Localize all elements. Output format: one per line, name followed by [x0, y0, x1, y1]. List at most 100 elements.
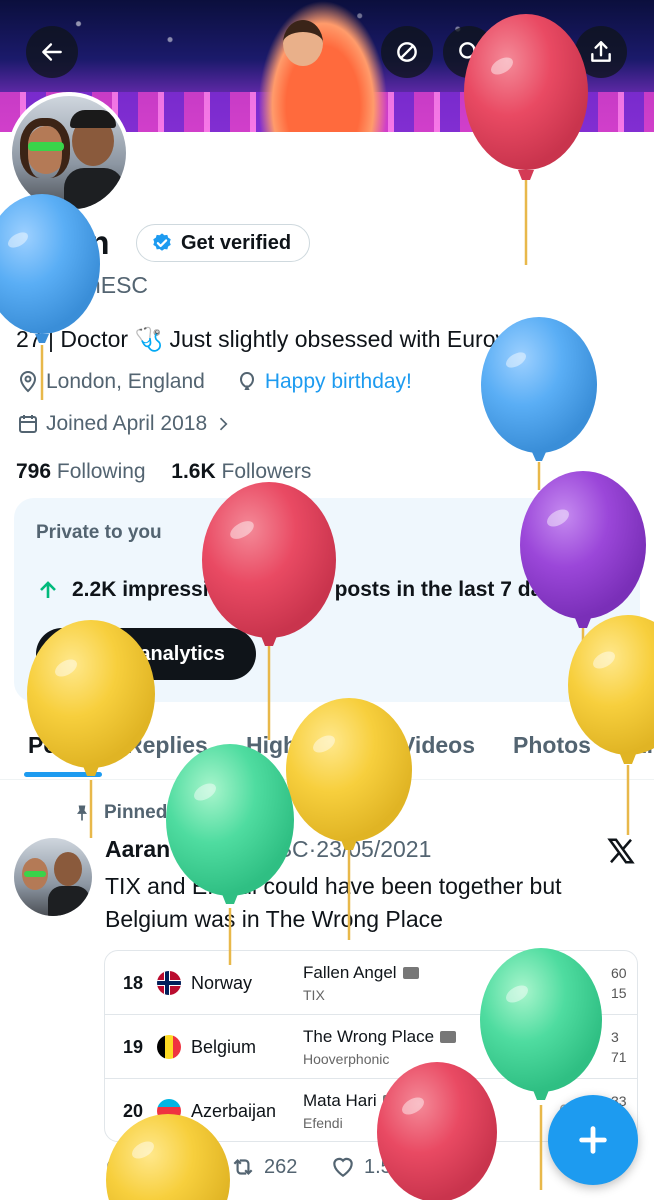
impressions-text: 2.2K impressions on your posts in the la…	[72, 578, 566, 601]
tweet-author-name[interactable]: Aaran	[105, 836, 170, 862]
repost-count: 262	[264, 1155, 298, 1178]
search-icon	[459, 42, 480, 63]
get-verified-label: Get verified	[181, 231, 292, 254]
score-top: 3	[611, 1029, 619, 1045]
rank: 20	[123, 1101, 144, 1121]
score-top: 60	[611, 965, 627, 981]
table-row: 19 Belgium The Wrong Place Hooverphonic …	[105, 1015, 637, 1079]
song: The Wrong Place	[303, 1027, 457, 1047]
profile-name: Aaran	[16, 224, 110, 261]
tab-replies[interactable]: Replies	[126, 732, 208, 759]
flag-belgium-icon	[157, 1035, 181, 1059]
pin-icon	[77, 805, 87, 821]
followers-link[interactable]: 1.6K Followers	[171, 460, 311, 483]
flag-norway-icon	[157, 971, 181, 995]
video-icon	[382, 1095, 399, 1107]
location-icon	[19, 371, 37, 393]
repost-icon	[233, 1158, 253, 1176]
joined-row[interactable]: Joined April 2018	[16, 412, 233, 436]
tweet-date[interactable]: 23/05/2021	[316, 836, 431, 862]
followers-label: Followers	[221, 460, 312, 483]
profile-joined: Joined April 2018	[46, 412, 208, 435]
artist: Hooverphonic	[303, 1051, 390, 1067]
table-row: 18 Norway Fallen Angel TIX 75 60 15	[105, 951, 637, 1015]
like-button[interactable]: 1.5K	[330, 1154, 405, 1180]
edit-button[interactable]	[511, 26, 563, 78]
points: 75	[559, 973, 578, 992]
pinned-label: Pinned	[104, 802, 168, 823]
repost-button[interactable]: 262	[230, 1154, 297, 1180]
rank: 18	[123, 973, 144, 993]
tab-videos[interactable]: Videos	[400, 732, 475, 759]
pinned-label-row: Pinned	[72, 802, 167, 824]
tweet-text: TIX and Efendi could have been together …	[105, 873, 562, 932]
song-title: Fallen Angel	[303, 963, 397, 982]
followers-count: 1.6K	[171, 460, 216, 483]
tv-button[interactable]	[381, 26, 433, 78]
views-button[interactable]	[444, 1154, 470, 1180]
birthday-link[interactable]: Happy birthday!	[265, 370, 412, 394]
following-count: 796	[16, 460, 52, 483]
tab-active-indicator	[24, 772, 102, 777]
views-icon	[449, 1160, 463, 1176]
video-icon	[402, 967, 419, 979]
song: Fallen Angel	[303, 963, 419, 983]
x-logo-icon	[607, 838, 635, 864]
artist: TIX	[303, 987, 325, 1003]
follow-stats: 796 Following 1.6K Followers	[16, 460, 311, 484]
share-button[interactable]	[575, 26, 627, 78]
reply-count: 8	[138, 1155, 150, 1178]
back-button[interactable]	[26, 26, 78, 78]
arrow-up-icon	[40, 581, 56, 598]
like-count: 1.5K	[364, 1155, 406, 1178]
impressions-row: 2.2K impressions on your posts in the la…	[36, 578, 566, 602]
country: Norway	[191, 973, 253, 993]
artist: Efendi	[303, 1115, 343, 1131]
tab-posts[interactable]: Posts	[28, 732, 91, 759]
song-title: The Wrong Place	[303, 1027, 435, 1046]
profile-tabs: Posts Replies Highlights Videos Photos A…	[0, 712, 654, 780]
profile-bio: 27 | Doctor 🩺 Just slightly obsessed wit…	[16, 326, 561, 352]
close-icon[interactable]: ✕	[594, 520, 616, 551]
profile-meta-row: London, England Happy birthday!	[16, 370, 412, 394]
share-icon	[591, 41, 611, 62]
compose-button[interactable]	[548, 1095, 638, 1185]
flag-azerbaijan-icon	[157, 1099, 181, 1123]
tweet-header: Aaran @AaranESC·23/05/2021	[105, 836, 431, 863]
back-arrow-icon	[42, 43, 62, 61]
private-analytics-card: Private to you ✕ 2.2K impressions on you…	[14, 498, 640, 702]
tv-icon	[397, 42, 417, 62]
tab-articles[interactable]: Ar	[630, 732, 654, 759]
tab-highlights[interactable]: Highlights	[246, 732, 358, 759]
points: 74	[559, 1037, 578, 1056]
balloon-icon	[239, 371, 254, 390]
video-icon	[440, 1031, 457, 1043]
chevron-right-icon	[220, 417, 228, 431]
profile-avatar[interactable]	[8, 92, 130, 214]
rank: 19	[123, 1037, 144, 1057]
following-label: Following	[56, 460, 146, 483]
private-card-title: Private to you	[36, 522, 162, 543]
reply-button[interactable]: 8	[104, 1154, 149, 1180]
calendar-icon	[19, 415, 37, 433]
like-icon	[333, 1157, 353, 1177]
get-verified-button[interactable]: Get verified	[136, 224, 311, 262]
country: Azerbaijan	[191, 1101, 277, 1121]
reply-icon	[106, 1157, 127, 1179]
compose-plus-icon	[579, 1126, 607, 1154]
score-bottom: 71	[611, 1049, 627, 1065]
tweet-author-handle[interactable]: @AaranESC	[177, 836, 309, 862]
tab-photos[interactable]: Photos	[513, 732, 591, 759]
verified-badge-icon	[153, 233, 171, 251]
search-button[interactable]	[443, 26, 495, 78]
song: Mata Hari	[303, 1091, 399, 1111]
edit-icon	[527, 43, 546, 62]
country: Belgium	[191, 1037, 257, 1057]
score-bottom: 15	[611, 985, 627, 1001]
unlock-analytics-button[interactable]: Unlock analytics	[36, 628, 256, 680]
profile-location: London, England	[46, 370, 205, 393]
tweet-avatar[interactable]	[14, 838, 92, 916]
profile-handle: @AaranESC	[16, 272, 149, 298]
song-title: Mata Hari	[303, 1091, 377, 1110]
following-link[interactable]: 796 Following	[16, 460, 146, 483]
